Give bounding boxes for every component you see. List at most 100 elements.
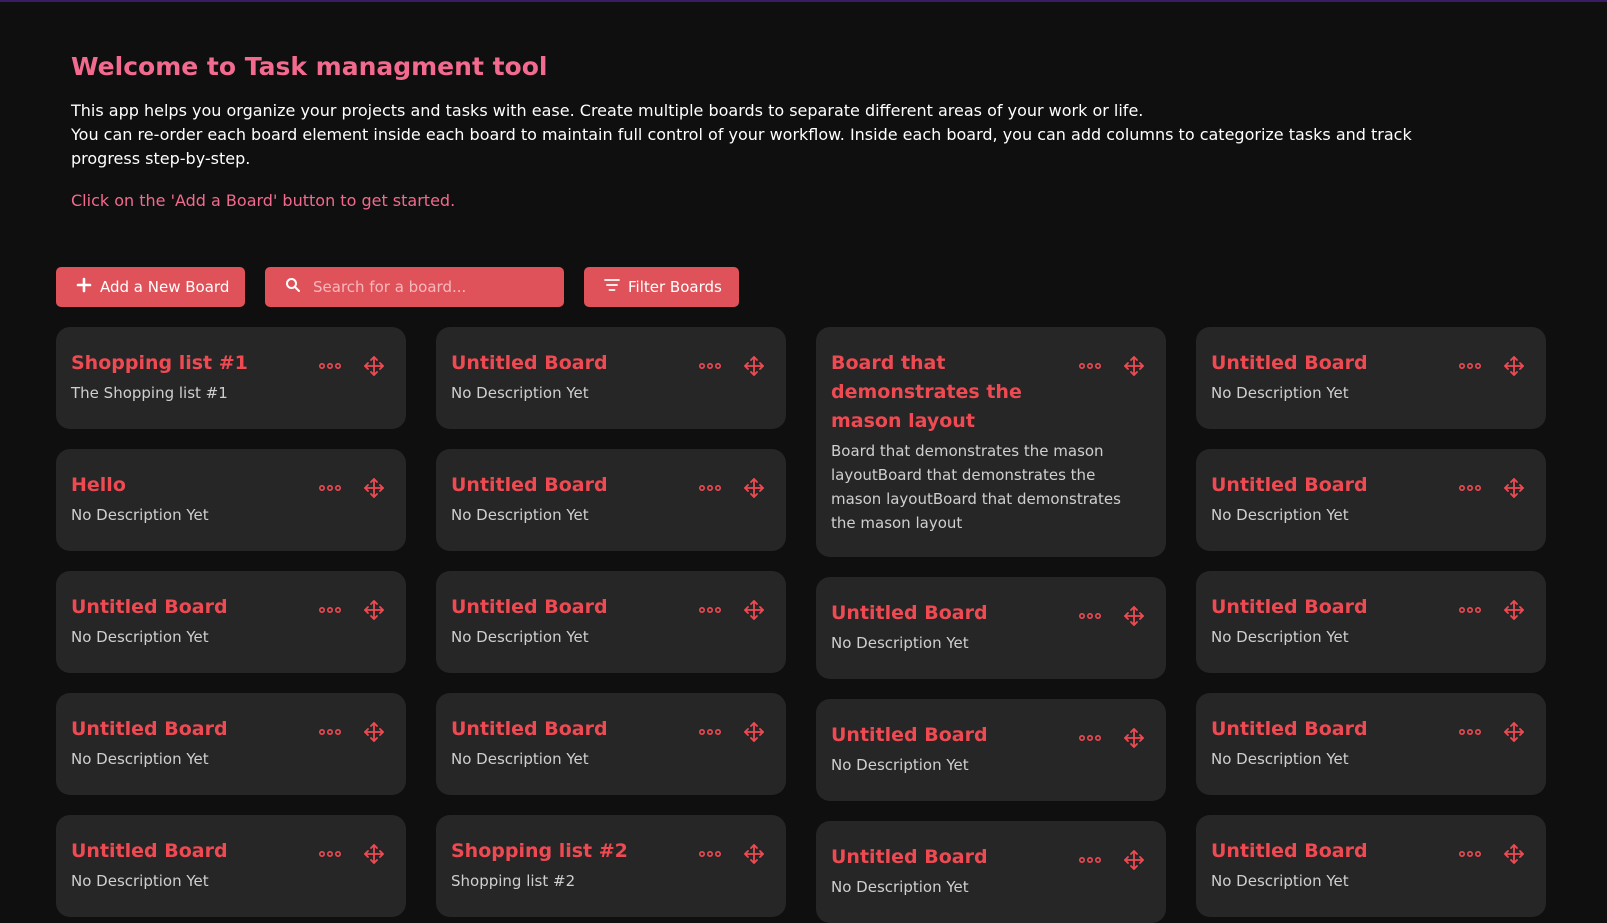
more-horizontal-icon[interactable] <box>1078 604 1102 628</box>
welcome-section: Welcome to Task managment tool This app … <box>71 50 1431 211</box>
move-icon[interactable] <box>1502 354 1526 378</box>
board-card[interactable]: Untitled Board No Description Yet <box>816 699 1166 801</box>
move-icon[interactable] <box>742 842 766 866</box>
board-title: Untitled Board <box>1211 474 1368 496</box>
move-icon[interactable] <box>362 598 386 622</box>
board-title: Untitled Board <box>831 602 988 624</box>
board-card[interactable]: Shopping list #2 Shopping list #2 <box>436 815 786 917</box>
more-horizontal-icon[interactable] <box>698 842 722 866</box>
board-description: No Description Yet <box>71 750 209 768</box>
board-column: Board that demonstrates the mason layout… <box>816 327 1166 923</box>
board-card[interactable]: Untitled Board No Description Yet <box>436 571 786 673</box>
board-actions <box>1458 598 1526 622</box>
filter-boards-label: Filter Boards <box>628 278 722 296</box>
plus-icon <box>76 277 92 297</box>
board-card[interactable]: Untitled Board No Description Yet <box>436 693 786 795</box>
board-description: No Description Yet <box>831 878 969 896</box>
move-icon[interactable] <box>362 842 386 866</box>
board-column: Shopping list #1 The Shopping list #1 He… <box>56 327 406 917</box>
board-actions <box>698 598 766 622</box>
move-icon[interactable] <box>1122 726 1146 750</box>
move-icon[interactable] <box>742 598 766 622</box>
board-title: Untitled Board <box>1211 352 1368 374</box>
move-icon[interactable] <box>742 476 766 500</box>
filter-boards-button[interactable]: Filter Boards <box>584 267 739 307</box>
board-title: Untitled Board <box>831 846 988 868</box>
board-grid: Shopping list #1 The Shopping list #1 He… <box>56 327 1546 923</box>
board-title: Untitled Board <box>831 724 988 746</box>
move-icon[interactable] <box>1502 842 1526 866</box>
more-horizontal-icon[interactable] <box>1078 848 1102 872</box>
board-card[interactable]: Hello No Description Yet <box>56 449 406 551</box>
add-board-button[interactable]: Add a New Board <box>56 267 245 307</box>
more-horizontal-icon[interactable] <box>1078 354 1102 378</box>
search-field[interactable] <box>265 267 564 307</box>
more-horizontal-icon[interactable] <box>1458 354 1482 378</box>
move-icon[interactable] <box>1122 354 1146 378</box>
move-icon[interactable] <box>742 354 766 378</box>
board-card[interactable]: Untitled Board No Description Yet <box>1196 327 1546 429</box>
board-card[interactable]: Board that demonstrates the mason layout… <box>816 327 1166 557</box>
more-horizontal-icon[interactable] <box>318 842 342 866</box>
board-actions <box>698 354 766 378</box>
more-horizontal-icon[interactable] <box>1078 726 1102 750</box>
board-description: The Shopping list #1 <box>71 384 228 402</box>
more-horizontal-icon[interactable] <box>318 476 342 500</box>
board-actions <box>1458 354 1526 378</box>
move-icon[interactable] <box>362 476 386 500</box>
board-card[interactable]: Untitled Board No Description Yet <box>1196 815 1546 917</box>
board-card[interactable]: Untitled Board No Description Yet <box>1196 571 1546 673</box>
board-card[interactable]: Untitled Board No Description Yet <box>436 449 786 551</box>
board-card[interactable]: Untitled Board No Description Yet <box>1196 693 1546 795</box>
board-column: Untitled Board No Description Yet Untitl… <box>436 327 786 917</box>
board-title: Untitled Board <box>451 474 608 496</box>
more-horizontal-icon[interactable] <box>1458 720 1482 744</box>
board-actions <box>698 476 766 500</box>
board-card[interactable]: Untitled Board No Description Yet <box>816 577 1166 679</box>
board-description: No Description Yet <box>1211 750 1349 768</box>
move-icon[interactable] <box>742 720 766 744</box>
more-horizontal-icon[interactable] <box>698 720 722 744</box>
more-horizontal-icon[interactable] <box>1458 476 1482 500</box>
search-input[interactable] <box>311 277 555 297</box>
board-card[interactable]: Untitled Board No Description Yet <box>56 571 406 673</box>
more-horizontal-icon[interactable] <box>318 598 342 622</box>
move-icon[interactable] <box>362 720 386 744</box>
get-started-hint: Click on the 'Add a Board' button to get… <box>71 191 456 210</box>
more-horizontal-icon[interactable] <box>698 354 722 378</box>
move-icon[interactable] <box>1502 598 1526 622</box>
board-title: Untitled Board <box>451 596 608 618</box>
board-title: Shopping list #2 <box>451 840 628 862</box>
search-icon <box>285 277 301 297</box>
more-horizontal-icon[interactable] <box>1458 842 1482 866</box>
board-actions <box>698 720 766 744</box>
board-title: Untitled Board <box>71 840 228 862</box>
move-icon[interactable] <box>1122 604 1146 628</box>
board-description: No Description Yet <box>451 750 589 768</box>
board-card[interactable]: Untitled Board No Description Yet <box>816 821 1166 923</box>
board-actions <box>1458 842 1526 866</box>
more-horizontal-icon[interactable] <box>318 720 342 744</box>
board-card[interactable]: Untitled Board No Description Yet <box>1196 449 1546 551</box>
board-card[interactable]: Untitled Board No Description Yet <box>436 327 786 429</box>
move-icon[interactable] <box>362 354 386 378</box>
intro-line-1: This app helps you organize your project… <box>71 101 1144 120</box>
more-horizontal-icon[interactable] <box>698 476 722 500</box>
board-description: No Description Yet <box>831 756 969 774</box>
more-horizontal-icon[interactable] <box>318 354 342 378</box>
more-horizontal-icon[interactable] <box>1458 598 1482 622</box>
board-card[interactable]: Shopping list #1 The Shopping list #1 <box>56 327 406 429</box>
board-description: No Description Yet <box>71 872 209 890</box>
board-actions <box>1078 604 1146 628</box>
more-horizontal-icon[interactable] <box>698 598 722 622</box>
page: Welcome to Task managment tool This app … <box>0 0 1607 923</box>
move-icon[interactable] <box>1502 720 1526 744</box>
move-icon[interactable] <box>1502 476 1526 500</box>
move-icon[interactable] <box>1122 848 1146 872</box>
board-description: Shopping list #2 <box>451 872 576 890</box>
board-card[interactable]: Untitled Board No Description Yet <box>56 815 406 917</box>
board-actions <box>318 598 386 622</box>
board-description: No Description Yet <box>71 506 209 524</box>
board-title: Untitled Board <box>1211 718 1368 740</box>
board-card[interactable]: Untitled Board No Description Yet <box>56 693 406 795</box>
